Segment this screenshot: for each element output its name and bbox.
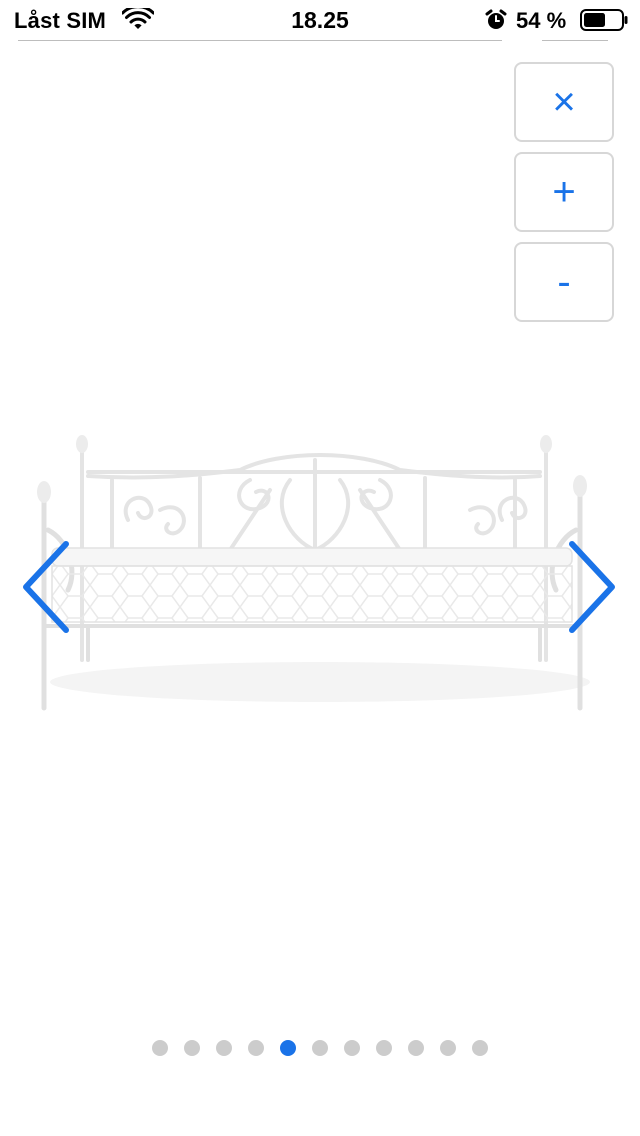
pagination-dots bbox=[0, 1040, 640, 1060]
close-icon: × bbox=[552, 80, 576, 124]
zoom-out-button[interactable]: - bbox=[514, 242, 614, 322]
pagination-dot[interactable] bbox=[152, 1040, 168, 1056]
pagination-dot[interactable] bbox=[440, 1040, 456, 1056]
pagination-dot[interactable] bbox=[472, 1040, 488, 1056]
pagination-dot[interactable] bbox=[184, 1040, 200, 1056]
product-image[interactable] bbox=[0, 420, 640, 740]
close-button[interactable]: × bbox=[514, 62, 614, 142]
pagination-dot[interactable] bbox=[344, 1040, 360, 1056]
battery-icon bbox=[580, 9, 628, 31]
next-image-arrow-icon[interactable] bbox=[568, 540, 618, 634]
pagination-dot[interactable] bbox=[376, 1040, 392, 1056]
battery-percent: 54 % bbox=[516, 8, 567, 33]
status-divider bbox=[542, 40, 608, 41]
pagination-dot[interactable] bbox=[216, 1040, 232, 1056]
alarm-icon bbox=[485, 9, 507, 29]
zoom-in-button[interactable]: + bbox=[514, 152, 614, 232]
pagination-dot[interactable] bbox=[312, 1040, 328, 1056]
pagination-dot[interactable] bbox=[408, 1040, 424, 1056]
plus-icon: + bbox=[552, 170, 576, 214]
previous-image-arrow-icon[interactable] bbox=[20, 540, 70, 634]
pagination-dot-active[interactable] bbox=[280, 1040, 296, 1056]
pagination-dot[interactable] bbox=[248, 1040, 264, 1056]
status-divider bbox=[18, 40, 502, 41]
status-bar: Låst SIM 18.25 54 % bbox=[0, 0, 640, 40]
minus-icon: - bbox=[557, 260, 571, 304]
